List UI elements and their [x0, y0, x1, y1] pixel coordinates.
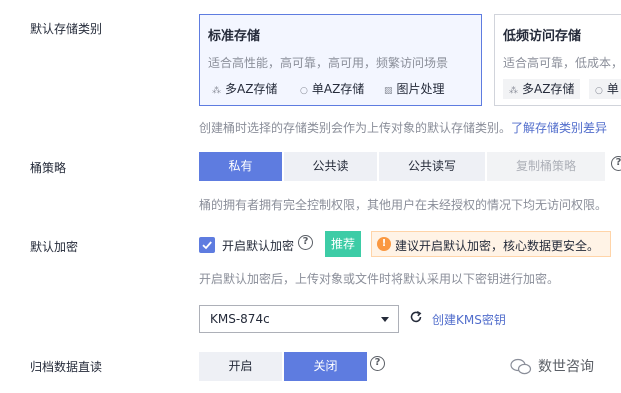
archive-on-button[interactable]: 开启 [199, 352, 282, 381]
encryption-checkbox-label[interactable]: 开启默认加密 [222, 237, 294, 254]
encryption-help-icon[interactable]: ? [298, 235, 313, 250]
refresh-icon[interactable] [409, 310, 423, 324]
policy-private-button[interactable]: 私有 [199, 152, 282, 181]
storage-class-diff-link[interactable]: 了解存储类别差异 [511, 121, 607, 135]
encryption-label: 默认加密 [30, 240, 79, 254]
storage-card-infrequent[interactable]: 低频访问存储 适合高可靠，低成本， ⁂ 多AZ存储 ○ 单 [494, 14, 621, 106]
feature-image-processing: ▨ 图片处理 [378, 79, 451, 99]
card-desc: 适合高可靠，低成本， [503, 56, 621, 70]
storage-class-label: 默认存储类别 [30, 22, 103, 36]
archive-help-icon[interactable]: ? [370, 356, 385, 371]
feature-single-az: ○ 单AZ存储 [294, 79, 370, 99]
warning-icon: ! [377, 237, 391, 251]
bucket-policy-hint: 桶的拥有者拥有完全控制权限，其他用户在未经授权的情况下均无访问权限。 [199, 198, 608, 212]
storage-card-standard[interactable]: 标准存储 适合高性能，高可靠，高可用，频繁访问场景 ⁂ 多AZ存储 ○ 单AZ存储 … [199, 14, 482, 106]
card-title: 标准存储 [208, 29, 261, 44]
feature-multi-az: ⁂ 多AZ存储 [206, 79, 283, 99]
archive-off-button[interactable]: 关闭 [284, 352, 367, 381]
single-az-icon: ○ [300, 86, 308, 96]
create-kms-key-link[interactable]: 创建KMS密钥 [432, 311, 506, 328]
kms-key-value: KMS-874c [210, 312, 270, 326]
multi-az-icon: ⁂ [212, 86, 221, 96]
encryption-alert: ! 建议开启默认加密，核心数据更安全。 [371, 231, 611, 257]
policy-public-read-write-button[interactable]: 公共读写 [379, 152, 485, 181]
kms-key-select[interactable]: KMS-874c [199, 305, 399, 333]
chevron-down-icon [381, 317, 389, 322]
bucket-policy-label: 桶策略 [30, 161, 67, 175]
archive-read-label: 归档数据直读 [30, 360, 103, 374]
policy-copy-button: 复制桶策略 [487, 152, 605, 181]
feature-single-az: ○ 单 [589, 79, 621, 99]
policy-public-read-button[interactable]: 公共读 [284, 152, 377, 181]
recommend-badge: 推荐 [325, 231, 361, 257]
card-title: 低频访问存储 [503, 29, 582, 44]
alert-text: 建议开启默认加密，核心数据更安全。 [395, 239, 600, 253]
image-icon: ▨ [384, 86, 393, 96]
encryption-checkbox[interactable] [199, 237, 215, 253]
encryption-hint: 开启默认加密后，上传对象或文件时将默认采用以下密钥进行加密。 [199, 272, 560, 286]
check-icon [202, 241, 212, 250]
card-desc: 适合高性能，高可靠，高可用，频繁访问场景 [208, 56, 449, 70]
multi-az-icon: ⁂ [509, 86, 518, 96]
watermark: 数世咨询 [510, 356, 594, 376]
wechat-icon [510, 358, 532, 375]
single-az-icon: ○ [595, 86, 603, 96]
storage-class-hint: 创建桶时选择的存储类别会作为上传对象的默认存储类别。了解存储类别差异 [199, 121, 608, 135]
feature-multi-az: ⁂ 多AZ存储 [503, 79, 581, 99]
bucket-policy-help-icon[interactable]: ? [611, 156, 621, 171]
